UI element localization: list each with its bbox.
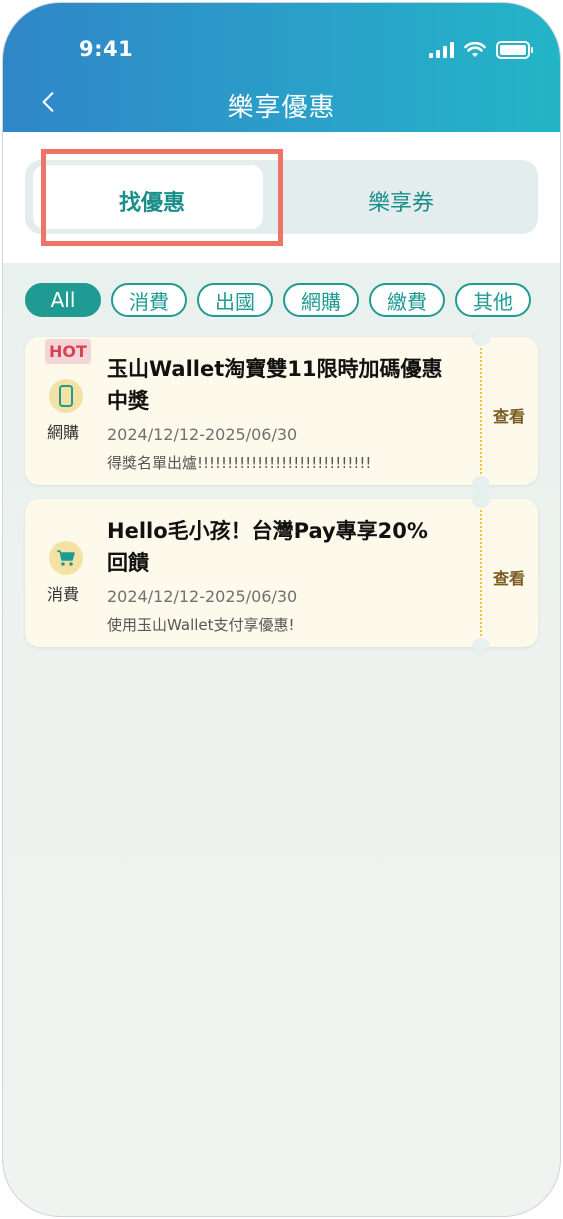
status-icons [429, 41, 533, 59]
wifi-icon [464, 42, 486, 57]
tear-line [480, 337, 482, 485]
tear-line [480, 499, 482, 647]
phone-icon [49, 379, 83, 413]
tab-coupons[interactable]: 樂享券 [368, 185, 434, 217]
category-label: 消費 [47, 585, 80, 604]
offer-title-line1: 玉山Wallet淘寶雙11限時加碼優惠 [107, 357, 443, 381]
offer-date: 2024/12/12-2025/06/30 [107, 425, 298, 444]
tab-section: 找優惠 樂享券 [3, 132, 560, 263]
offer-title-line1: Hello毛小孩！台灣Pay專享20% [107, 519, 428, 543]
cart-icon [49, 541, 83, 575]
filter-chip-other[interactable]: 其他 [455, 283, 531, 317]
status-time: 9:41 [79, 37, 134, 61]
card-notch [472, 328, 490, 346]
highlight-annotation [41, 149, 283, 246]
top-bar: 9:41 樂享優惠 [3, 3, 560, 132]
signal-icon [429, 42, 454, 58]
filter-chip-travel[interactable]: 出國 [197, 283, 273, 317]
filter-chips: All 消費 出國 網購 繳費 其他 [25, 283, 531, 317]
card-notch [472, 638, 490, 656]
battery-icon [496, 41, 533, 59]
offer-card[interactable]: 消費 Hello毛小孩！台灣Pay專享20% 回饋 2024/12/12-202… [25, 490, 538, 656]
offer-title-line2: 中獎 [107, 389, 149, 413]
page-title: 樂享優惠 [227, 93, 336, 123]
view-button[interactable]: 查看 [493, 565, 525, 589]
filter-chip-online-shopping[interactable]: 網購 [283, 283, 359, 317]
filter-chip-consumption[interactable]: 消費 [111, 283, 187, 317]
filter-chip-bill-payment[interactable]: 繳費 [369, 283, 445, 317]
offer-title-line2: 回饋 [107, 551, 149, 575]
card-notch [472, 490, 490, 508]
offer-description: 使用玉山Wallet支付享優惠! [107, 616, 295, 634]
category-label: 網購 [47, 423, 80, 442]
phone-frame: 9:41 樂享優惠 找優惠 樂享券 All 消費 出國 網購 繳費 其他 HOT… [2, 2, 561, 1217]
hot-badge: HOT [45, 339, 91, 364]
view-button[interactable]: 查看 [493, 403, 525, 427]
offer-card[interactable]: HOT 網購 玉山Wallet淘寶雙11限時加碼優惠 中獎 2024/12/12… [25, 328, 538, 494]
offer-description: 得獎名單出爐!!!!!!!!!!!!!!!!!!!!!!!!!!!!! [107, 454, 372, 472]
offer-date: 2024/12/12-2025/06/30 [107, 587, 298, 606]
filter-chip-all[interactable]: All [25, 283, 101, 317]
